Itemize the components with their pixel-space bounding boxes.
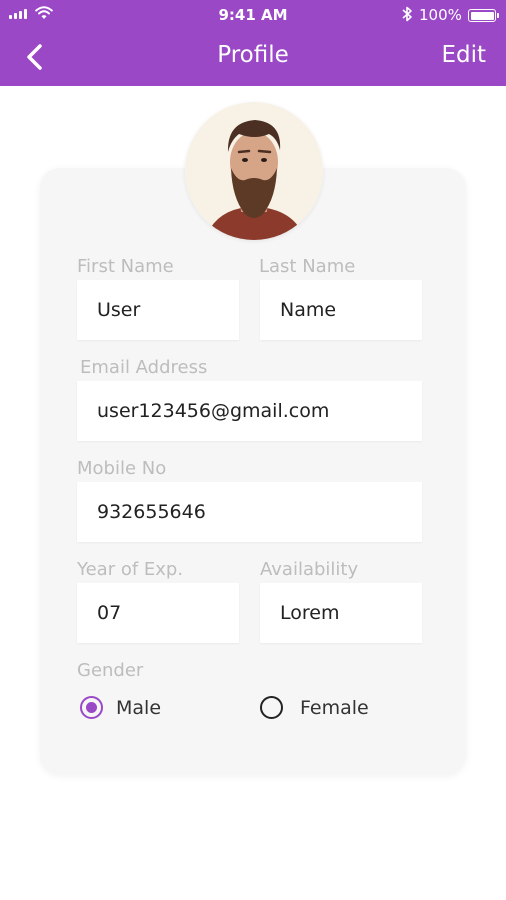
email-field[interactable] [77,381,422,441]
last-name-input[interactable] [260,280,422,340]
mobile-input[interactable] [77,482,422,542]
availability-input[interactable] [260,583,422,643]
battery-percentage: 100% [419,6,462,24]
gender-female-radio[interactable]: Female [260,696,369,719]
experience-input[interactable] [77,583,239,643]
last-name-field[interactable] [260,280,422,340]
email-input[interactable] [77,381,422,441]
experience-field[interactable] [77,583,239,643]
radio-selected-icon[interactable] [80,696,103,719]
gender-label: Gender [77,660,144,681]
bluetooth-icon [402,6,412,22]
first-name-field[interactable] [77,280,239,340]
first-name-input[interactable] [77,280,239,340]
radio-unselected-icon[interactable] [260,696,283,719]
profile-photo [185,102,323,240]
app-header: 9:41 AM 100% Profile Edit [0,0,506,86]
battery-icon [468,9,499,22]
experience-label: Year of Exp. [77,559,184,580]
gender-male-radio[interactable]: Male [80,696,161,719]
avatar[interactable] [185,102,323,240]
status-bar: 9:41 AM 100% [0,0,506,30]
availability-label: Availability [260,559,359,580]
mobile-label: Mobile No [77,458,167,479]
gender-male-label: Male [116,696,162,719]
edit-button[interactable]: Edit [441,42,486,68]
mobile-field[interactable] [77,482,422,542]
last-name-label: Last Name [259,256,356,277]
gender-female-label: Female [300,696,369,719]
availability-field[interactable] [260,583,422,643]
page-title: Profile [217,42,289,68]
first-name-label: First Name [77,256,174,277]
email-label: Email Address [80,357,208,378]
